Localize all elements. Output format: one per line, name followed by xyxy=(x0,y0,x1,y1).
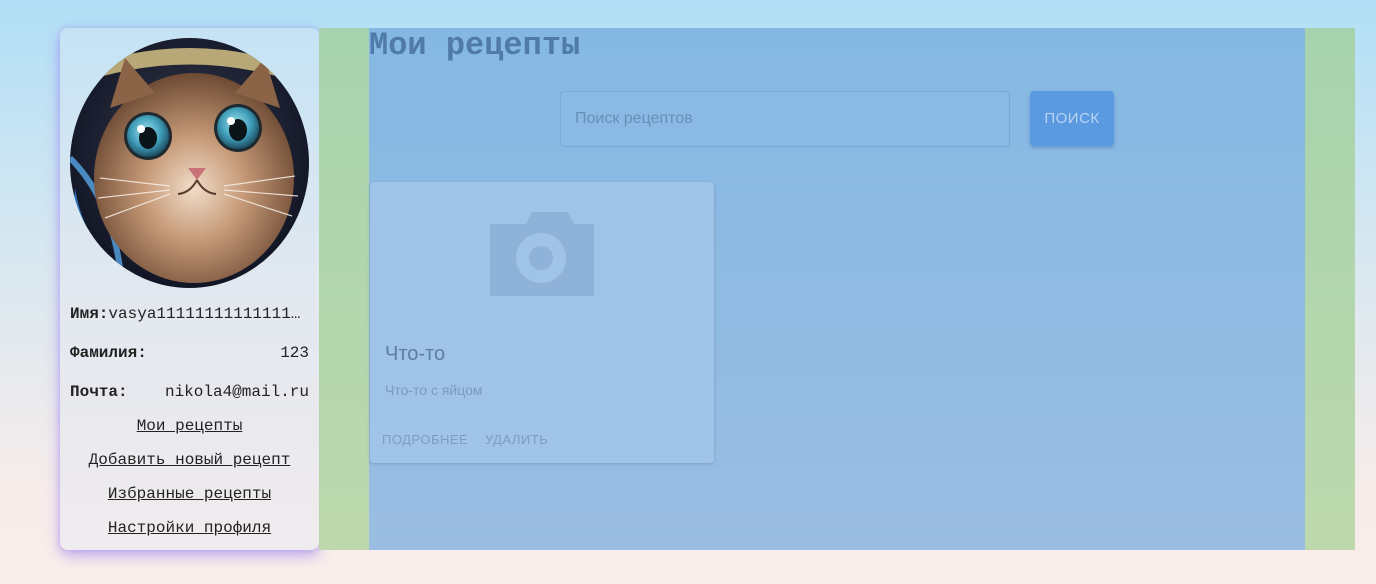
name-value: vasya111111111111111111 xyxy=(108,305,303,323)
page-title: Мои рецепты xyxy=(369,27,581,64)
recipe-card: Что-то Что-то с яйцом ПОДРОБНЕЕ УДАЛИТЬ xyxy=(370,182,714,463)
surname-value: 123 xyxy=(280,344,309,362)
right-green-band xyxy=(1305,28,1355,550)
name-label: Имя: xyxy=(70,305,109,323)
recipe-delete-button[interactable]: УДАЛИТЬ xyxy=(485,432,548,447)
nav-link-profile-settings[interactable]: Настройки профиля xyxy=(60,519,319,537)
recipe-details-button[interactable]: ПОДРОБНЕЕ xyxy=(382,432,468,447)
recipe-card-description: Что-то с яйцом xyxy=(385,382,483,398)
surname-label: Фамилия: xyxy=(70,344,147,362)
profile-name-row: Имя: vasya111111111111111111 xyxy=(70,305,309,323)
search-input[interactable] xyxy=(560,91,1010,147)
left-green-band xyxy=(319,28,369,550)
search-button[interactable]: ПОИСК xyxy=(1030,91,1114,146)
nav-link-my-recipes[interactable]: Мои рецепты xyxy=(60,417,319,435)
main-panel: Мои рецепты ПОИСК Что-то Что-то с яйцом … xyxy=(369,28,1305,550)
avatar xyxy=(70,38,309,288)
recipe-card-title: Что-то xyxy=(385,343,446,365)
profile-email-row: Почта: nikola4@mail.ru xyxy=(70,383,309,401)
cat-avatar-image xyxy=(70,38,309,288)
email-label: Почта: xyxy=(70,383,128,401)
camera-icon xyxy=(490,206,594,298)
profile-surname-row: Фамилия: 123 xyxy=(70,344,309,362)
nav-link-favorite-recipes[interactable]: Избранные рецепты xyxy=(60,485,319,503)
nav-link-add-recipe[interactable]: Добавить новый рецепт xyxy=(60,451,319,469)
email-value: nikola4@mail.ru xyxy=(164,383,309,401)
profile-sidebar: Имя: vasya111111111111111111 Фамилия: 12… xyxy=(60,28,319,550)
